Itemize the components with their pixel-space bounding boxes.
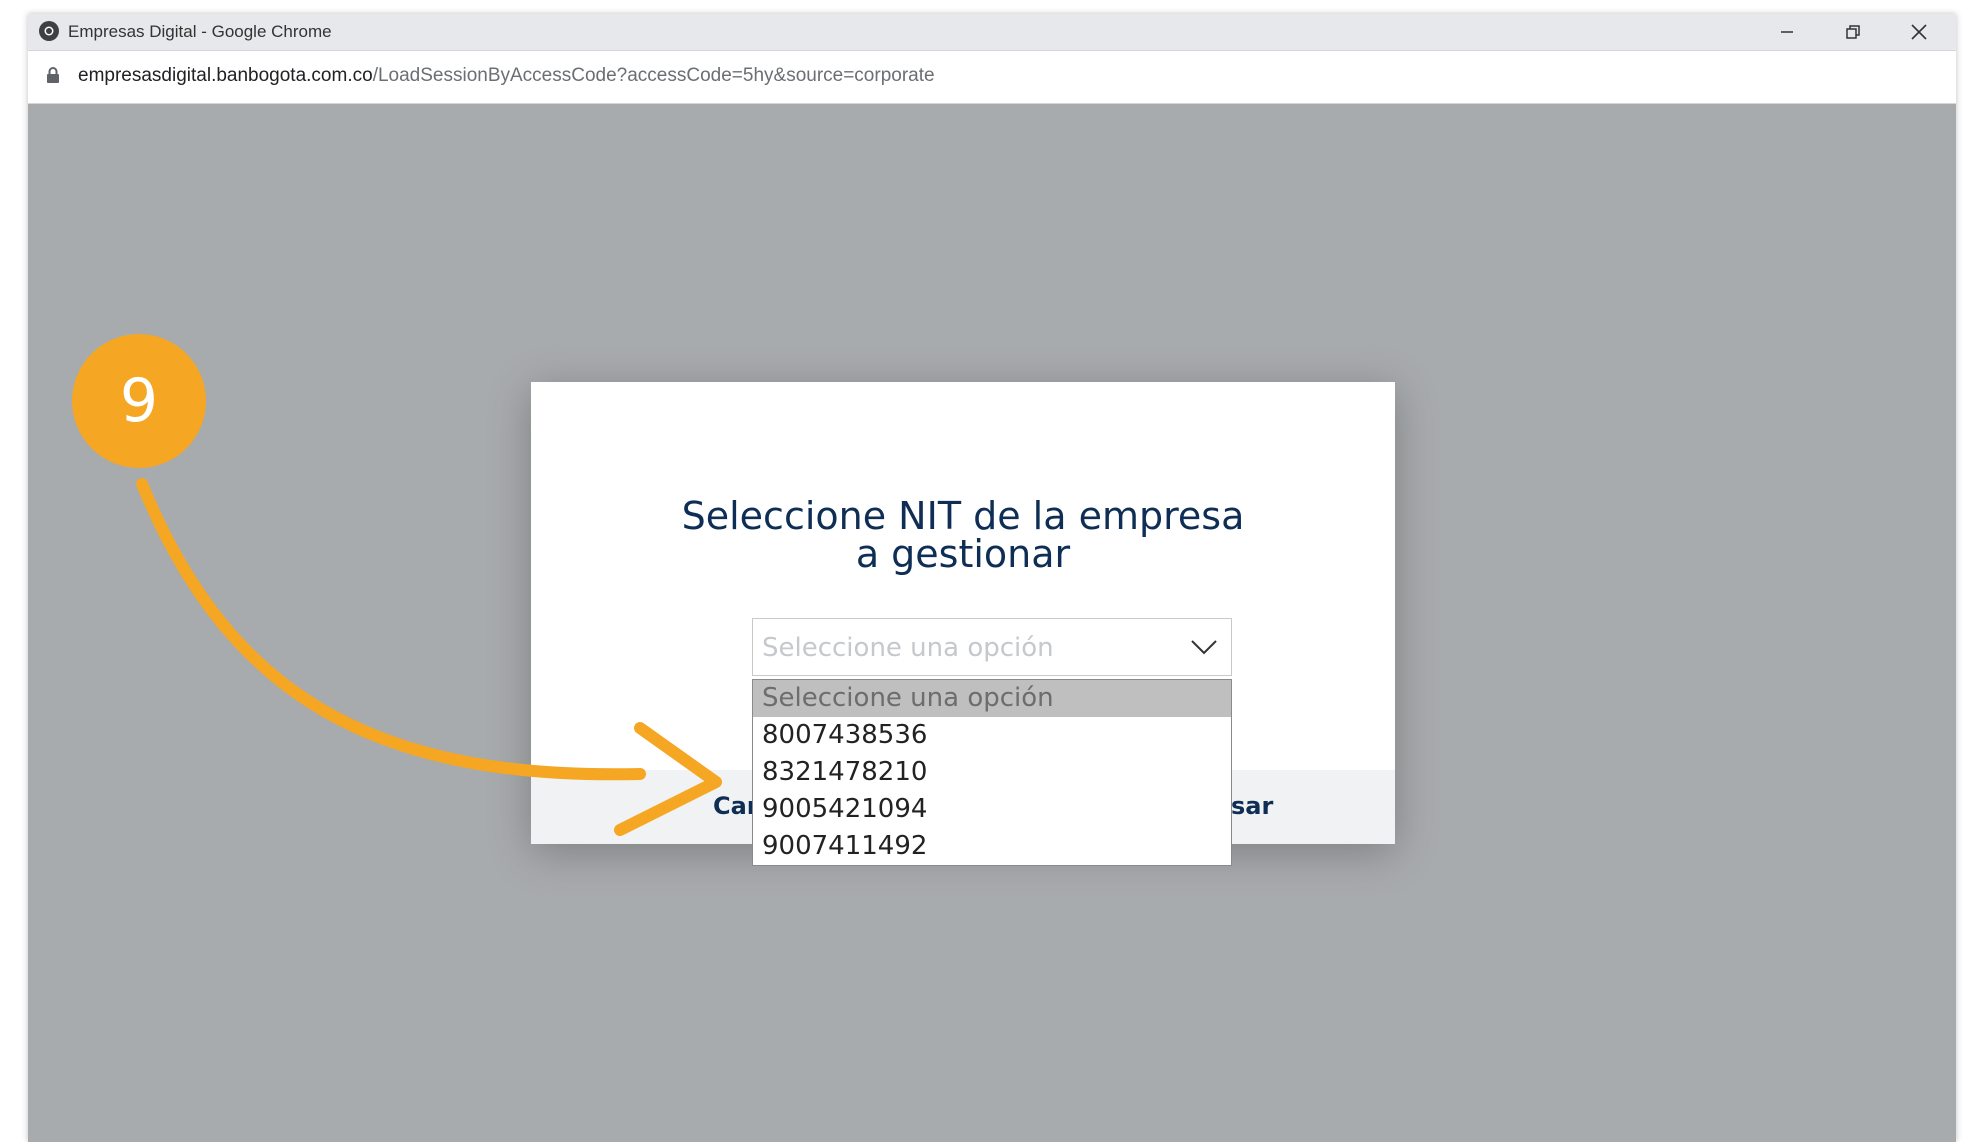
option-nit[interactable]: 8007438536	[753, 717, 1231, 754]
url-host: empresasdigital.banbogota.com.co	[78, 65, 373, 86]
chrome-logo-icon	[39, 21, 59, 41]
url-path: /LoadSessionByAccessCode?accessCode=5hy&…	[372, 65, 935, 86]
option-nit[interactable]: 9005421094	[753, 791, 1231, 828]
minimize-icon	[1781, 31, 1793, 33]
close-icon	[1911, 24, 1927, 40]
nit-select[interactable]: Seleccione una opción	[752, 618, 1232, 676]
address-bar[interactable]: empresasdigital.banbogota.com.co/LoadSes…	[28, 51, 1956, 104]
window-title: Empresas Digital - Google Chrome	[68, 22, 332, 41]
modal-title-line-2: a gestionar	[855, 532, 1071, 576]
lock-icon	[47, 67, 59, 83]
restore-button[interactable]	[1820, 14, 1886, 50]
step-badge: 9	[72, 334, 206, 468]
close-button[interactable]	[1886, 14, 1952, 50]
option-nit[interactable]: 8321478210	[753, 754, 1231, 791]
restore-icon	[1846, 25, 1860, 39]
select-current-value: Seleccione una opción	[762, 633, 1054, 663]
option-placeholder[interactable]: Seleccione una opción	[753, 680, 1231, 717]
title-bar: Empresas Digital - Google Chrome	[28, 14, 1956, 51]
modal-title: Seleccione NIT de la empresa a gestionar	[531, 497, 1395, 573]
option-nit[interactable]: 9007411492	[753, 828, 1231, 865]
url-text[interactable]: empresasdigital.banbogota.com.co/LoadSes…	[78, 65, 935, 87]
ingresar-button[interactable]: sar	[1231, 792, 1273, 820]
modal-title-line-1: Seleccione NIT de la empresa	[681, 494, 1245, 538]
chevron-down-icon	[1191, 640, 1217, 655]
nit-dropdown-list: Seleccione una opción 8007438536 8321478…	[752, 679, 1232, 866]
minimize-button[interactable]	[1754, 14, 1820, 50]
